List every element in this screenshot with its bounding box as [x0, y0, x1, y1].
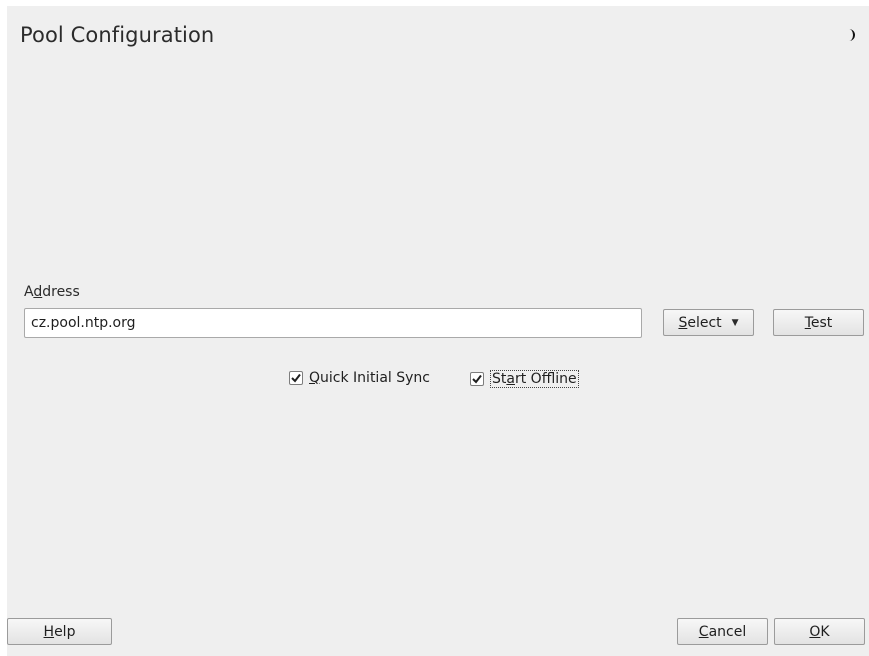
address-input[interactable]: [24, 308, 642, 338]
start-offline-checkbox[interactable]: Start Offline: [470, 370, 579, 388]
quick-initial-sync-label: Quick Initial Sync: [309, 370, 430, 386]
address-label: Address: [24, 284, 80, 300]
start-offline-checkmark-icon[interactable]: [470, 372, 484, 386]
start-offline-label: Start Offline: [490, 370, 579, 388]
cancel-button-label: Cancel: [698, 623, 747, 640]
ok-button[interactable]: OK: [774, 618, 865, 645]
test-button-label: Test: [804, 314, 833, 331]
cancel-button[interactable]: Cancel: [677, 618, 768, 645]
select-button-label: Select: [678, 314, 722, 331]
half-moon-icon: [849, 29, 855, 41]
select-button[interactable]: Select ▼: [663, 309, 754, 336]
help-button[interactable]: Help: [7, 618, 112, 645]
pool-configuration-dialog: Pool Configuration Address Select ▼ Test…: [7, 6, 869, 656]
help-button-label: Help: [43, 623, 76, 640]
triangle-down-icon: ▼: [731, 317, 739, 328]
quick-initial-sync-checkbox[interactable]: Quick Initial Sync: [289, 370, 430, 386]
ok-button-label: OK: [809, 623, 830, 640]
dialog-title: Pool Configuration: [20, 23, 215, 47]
quick-initial-sync-checkmark-icon[interactable]: [289, 371, 303, 385]
test-button[interactable]: Test: [773, 309, 864, 336]
